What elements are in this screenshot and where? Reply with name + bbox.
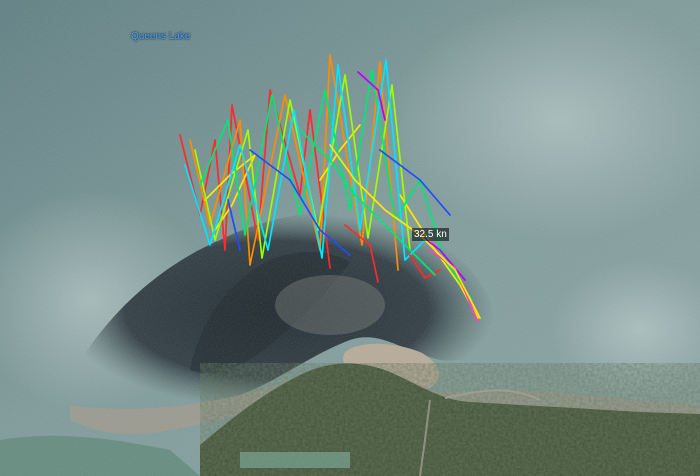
imagery-texture [0,0,700,476]
speed-marker[interactable]: 32.5 kn [412,228,449,241]
place-label-queens-lake[interactable]: Queens Lake [131,31,191,42]
map-imagery [0,0,700,476]
satellite-map[interactable]: Queens Lake 32.5 kn [0,0,700,476]
